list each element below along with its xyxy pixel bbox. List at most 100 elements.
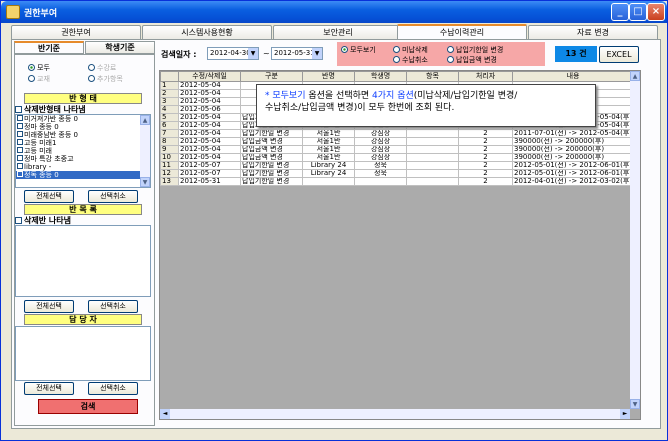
grid-horizontal-scrollbar[interactable]: ◄ ► [160,409,630,419]
table-cell: 2012-05-04 [178,129,241,138]
table-row[interactable]: 9 2012-05-04 납입금액 변경 서울1반 강심장 2 390000(전) -> 2… [160,145,635,154]
column-header[interactable]: 구분 [240,71,303,82]
tab-payment-history[interactable]: 수납이력관리 [397,24,527,40]
filter-sidebar: 반기준 학생기준 모두 수강료 교재 추가항목 반 형 태 삭제반형태 나타냄 … [14,41,155,426]
deselect-button[interactable]: 선택취소 [88,300,138,313]
date-to-field[interactable]: 2012-05-31 ▼ [271,47,323,60]
table-cell: 10 [160,153,179,162]
radio-extra[interactable]: 추가항목 [88,74,123,84]
table-row[interactable]: 10 2012-05-04 납입금액 변경 서울1반 강심장 2 390000(전) -> … [160,153,635,162]
search-button[interactable]: 검색 [38,399,138,414]
table-row[interactable]: 8 2012-05-04 납입금액 변경 서울1반 강심장 2 390000(전) -> 2… [160,137,635,146]
radio-show-all[interactable]: 모두보기 [341,45,376,55]
maximize-button[interactable]: □ [629,3,647,21]
radio-unpaid-delete[interactable]: 미납삭제 [393,45,428,55]
scroll-down-icon[interactable]: ▼ [140,177,150,187]
table-row[interactable]: 13 2012-05-31 납입기한일 변경 2 2012-04-01(전) -> 20… [160,177,635,186]
table-cell: 2011-07-01(전) -> 2012-05-04(후) [511,129,635,138]
column-header[interactable] [160,71,179,82]
column-header[interactable]: 반명 [302,71,355,82]
deselect-button[interactable]: 선택취소 [88,190,138,203]
close-button[interactable]: × [647,3,665,21]
table-cell [406,161,459,170]
table-cell: 정욱 [354,169,407,178]
radio-amount-change[interactable]: 납입금액 변경 [447,55,497,65]
column-header[interactable]: 수정/삭제일 [178,71,241,82]
scroll-down-icon[interactable]: ▼ [630,399,640,409]
date-from-field[interactable]: 2012-04-30 ▼ [207,47,259,60]
list-item[interactable]: 정마 종등 0 [16,123,150,131]
excel-export-button[interactable]: EXCEL [599,46,639,63]
main-window: 권한부여 _ □ × 권한부여 시스템사용현황 보안관리 수납이력관리 자료 변… [0,0,668,441]
table-cell: 강심장 [354,137,407,146]
chevron-down-icon[interactable]: ▼ [312,48,322,59]
table-row[interactable]: 11 2012-05-07 납입기한일 변경 Library 24 정욱 2 2012-05… [160,161,635,170]
scroll-right-icon[interactable]: ► [620,409,630,419]
table-cell: 6 [160,121,179,130]
table-row[interactable]: 7 2012-05-04 납입기한일 변경 서울1반 강심장 2 2011-07-01(전)… [160,129,635,138]
tab-system-usage[interactable]: 시스템사용현황 [142,25,272,39]
section-staff-header: 담 당 자 [24,314,142,325]
table-cell [302,177,355,186]
class-list[interactable] [15,225,151,297]
subtab-class[interactable]: 반기준 [14,41,84,54]
select-all-button[interactable]: 전체선택 [24,300,74,313]
list-item[interactable]: 고등 미래 [16,147,150,155]
table-cell: 2 [458,161,513,170]
list-item[interactable]: 정독 종등 0 [16,171,150,179]
class-type-list[interactable]: 미거져가반 종등 0 정마 종등 0 미래중남반 종등 0 고등 미래1 고등 … [15,114,151,188]
scroll-up-icon[interactable]: ▲ [140,115,150,125]
table-cell: Library 24 [302,161,355,170]
table-cell [406,137,459,146]
table-cell: 2012-05-04 [178,145,241,154]
radio-due-date-change[interactable]: 납입기한일 변경 [447,45,503,55]
view-options-group: 모두보기 미납삭제 수납취소 납입기한일 변경 납입금액 변경 [337,42,545,66]
list-item[interactable]: library - [16,163,150,171]
help-tooltip: * 모두보기 옵션을 선택하면 4가지 옵션(미납삭제/납입기한일 변경/수납취… [256,84,596,127]
table-cell: 서울1반 [302,129,355,138]
title-bar[interactable]: 권한부여 _ □ × [1,1,667,23]
minimize-button[interactable]: _ [611,3,629,21]
column-header[interactable]: 항목 [406,71,459,82]
table-row[interactable]: 12 2012-05-07 납입기한일 변경 Library 24 정욱 2 2012-05… [160,169,635,178]
list-item[interactable]: 정마 특강 초중고 [16,155,150,163]
tab-permission[interactable]: 권한부여 [11,25,141,39]
subtab-student[interactable]: 학생기준 [85,41,155,54]
chevron-down-icon[interactable]: ▼ [248,48,258,59]
table-cell: 2012-05-01(전) -> 2012-06-01(후) [511,161,635,170]
table-cell: 납입금액 변경 [240,137,303,146]
table-cell: 2012-05-04 [178,97,241,106]
table-cell: 2 [160,89,179,98]
table-cell: 2012-04-01(전) -> 2012-03-02(후) [511,177,635,186]
select-all-button[interactable]: 전체선택 [24,382,74,395]
list-item[interactable]: 미거져가반 종등 0 [16,115,150,123]
list-scrollbar[interactable]: ▲ ▼ [140,115,150,187]
select-all-button[interactable]: 전체선택 [24,190,74,203]
list-item[interactable]: 고등 미래1 [16,139,150,147]
grid-vertical-scrollbar[interactable]: ▲ ▼ [630,71,640,409]
table-cell: 4 [160,105,179,114]
table-cell: 2 [458,153,513,162]
table-cell [406,169,459,178]
table-cell: 3 [160,97,179,106]
scroll-left-icon[interactable]: ◄ [160,409,170,419]
deselect-button[interactable]: 선택취소 [88,382,138,395]
radio-all[interactable]: 모두 [28,63,50,73]
table-cell: 2 [458,129,513,138]
list-item[interactable]: 미래중남반 종등 0 [16,131,150,139]
staff-list[interactable] [15,326,151,381]
radio-textbook[interactable]: 교재 [28,74,50,84]
column-header[interactable]: 내용 [511,71,635,82]
table-cell: 납입금액 변경 [240,153,303,162]
tab-data-change[interactable]: 자료 변경 [528,25,658,39]
radio-payment-cancel[interactable]: 수납취소 [393,55,428,65]
table-cell: 납입기한일 변경 [240,161,303,170]
column-header[interactable]: 처리자 [458,71,513,82]
radio-tuition[interactable]: 수강료 [88,63,116,73]
table-cell: 서울1반 [302,153,355,162]
scroll-up-icon[interactable]: ▲ [630,71,640,81]
table-cell [406,177,459,186]
column-header[interactable]: 학생명 [354,71,407,82]
tab-security[interactable]: 보안관리 [273,25,403,39]
table-cell: 2012-05-07 [178,169,241,178]
